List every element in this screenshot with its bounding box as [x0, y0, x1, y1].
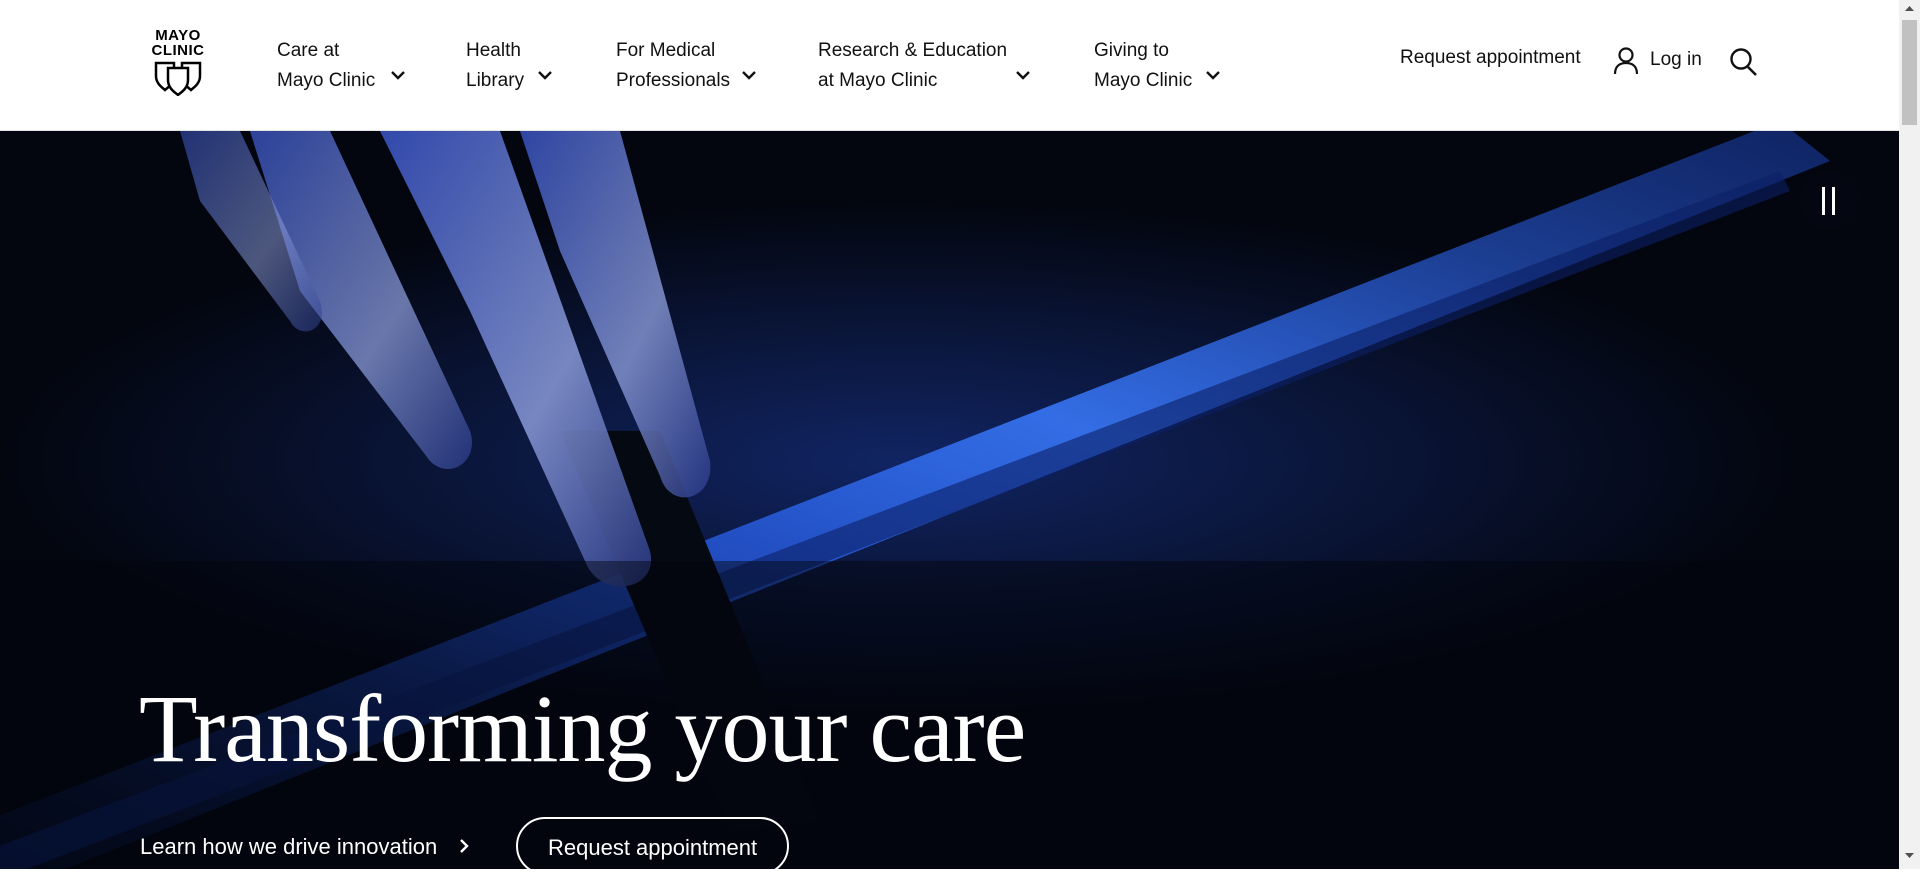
scroll-up-arrow-icon[interactable]: [1904, 4, 1915, 12]
logo-text-line1: MAYO: [155, 27, 201, 44]
nav-care-at-mayo-clinic[interactable]: Care at Mayo Clinic: [277, 36, 405, 96]
chevron-down-icon: [742, 71, 756, 80]
nav-label-line2: Mayo Clinic: [277, 70, 376, 91]
search-icon: [1730, 48, 1757, 76]
login-label: Log in: [1650, 49, 1702, 70]
scrollbar-thumb[interactable]: [1902, 20, 1917, 125]
nav-health-library[interactable]: Health Library: [466, 36, 552, 96]
chevron-down-icon: [538, 71, 552, 80]
nav-research-education[interactable]: Research & Education at Mayo Clinic: [818, 36, 1030, 96]
logo-text-line2: CLINIC: [151, 42, 205, 59]
nav-label-line2: Library: [466, 70, 525, 91]
nav-label-line1: Health: [466, 40, 521, 61]
hero-request-appointment-button[interactable]: Request appointment: [516, 817, 790, 875]
nav-label-line2: at Mayo Clinic: [818, 70, 938, 91]
page-scrollbar[interactable]: [1899, 0, 1920, 869]
nav-giving-to-mayo-clinic[interactable]: Giving to Mayo Clinic: [1094, 36, 1220, 96]
hero-title: Transforming your care: [139, 675, 1026, 782]
request-appointment-link[interactable]: Request appointment: [1400, 47, 1581, 69]
nav-label-line1: Research & Education: [818, 40, 1008, 61]
pause-video-button[interactable]: [1800, 171, 1858, 229]
learn-innovation-link[interactable]: Learn how we drive innovation: [140, 834, 470, 860]
nav-label-line1: Giving to: [1094, 40, 1169, 61]
site-header: MAYO CLINIC Care at Mayo Clinic Health L…: [0, 0, 1899, 131]
chevron-down-icon: [1016, 71, 1030, 80]
mayo-clinic-logo[interactable]: MAYO CLINIC: [145, 28, 211, 104]
chevron-down-icon: [1206, 71, 1220, 80]
nav-label-line2: Professionals: [616, 70, 731, 91]
nav-for-medical-professionals[interactable]: For Medical Professionals: [616, 36, 756, 96]
logo-shields-icon: [154, 61, 202, 96]
pause-icon: [1822, 187, 1825, 215]
nav-label-line2: Mayo Clinic: [1094, 70, 1193, 91]
hero-section: Transforming your care: [0, 131, 1899, 869]
search-button[interactable]: [1729, 47, 1759, 77]
scroll-down-arrow-icon[interactable]: [1904, 852, 1915, 860]
pause-icon-bar: [1832, 187, 1835, 215]
nav-label-line1: For Medical: [616, 40, 716, 61]
nav-label-line1: Care at: [277, 40, 340, 61]
chevron-right-icon: [460, 839, 470, 853]
user-icon: [1613, 47, 1639, 75]
chevron-down-icon: [391, 71, 405, 80]
learn-link-label: Learn how we drive innovation: [140, 834, 438, 859]
